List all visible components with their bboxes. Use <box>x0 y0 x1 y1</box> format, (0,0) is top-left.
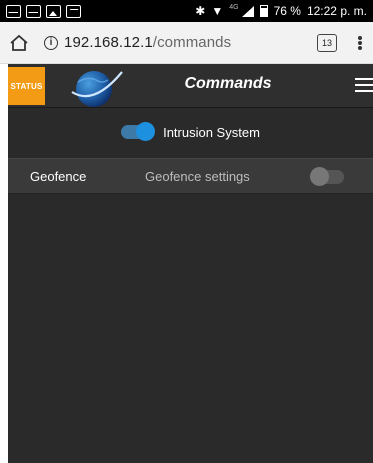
menu-dot <box>358 45 362 50</box>
geofence-row: Geofence Geofence settings <box>8 158 373 194</box>
clock: 12:22 p. m. <box>306 4 367 18</box>
signal-icon <box>241 5 254 17</box>
geofence-settings-label: Geofence settings <box>145 168 250 184</box>
menu-line <box>355 84 373 86</box>
tab-switcher-button[interactable]: 13 <box>317 33 337 52</box>
home-icon <box>10 34 28 51</box>
notification-icons <box>6 4 373 463</box>
globe-logo <box>71 71 123 107</box>
menu-dot <box>358 40 362 45</box>
toggle-knob <box>310 167 329 186</box>
wifi-icon: ▼ <box>211 4 224 18</box>
system-indicators: ✱ ▼ 4G 76 % 12:22 p. m. <box>195 3 367 18</box>
intrusion-system-row: Intrusion System <box>8 116 373 148</box>
page-title: Commands <box>184 75 272 92</box>
status-button[interactable]: STATUS <box>8 67 45 105</box>
intrusion-system-label: Intrusion System <box>163 124 260 140</box>
menu-dot <box>358 35 362 40</box>
menu-line <box>355 90 373 92</box>
hamburger-menu-button[interactable] <box>355 78 373 92</box>
pulse-icon <box>66 4 81 18</box>
app-header: STATUS Commands <box>8 64 373 108</box>
address-bar[interactable]: i 192.168.12.1/commands <box>44 34 309 51</box>
url-host: 192.168.12.1 <box>64 34 153 51</box>
network-type-label: 4G <box>229 3 239 11</box>
geofence-toggle[interactable] <box>310 167 344 186</box>
home-button[interactable] <box>8 32 30 54</box>
mail-icon <box>26 4 41 18</box>
mail-icon <box>6 4 21 18</box>
menu-line <box>355 78 373 80</box>
system-status-bar: ✱ ▼ 4G 76 % 12:22 p. m. <box>0 0 373 463</box>
bluetooth-icon: ✱ <box>195 4 206 18</box>
battery-icon <box>259 5 268 17</box>
intrusion-system-toggle[interactable] <box>121 122 156 141</box>
url-path: /commands <box>152 34 232 51</box>
info-icon[interactable]: i <box>44 35 58 50</box>
app-content: STATUS Commands Intrusion System Geofenc… <box>8 64 373 463</box>
geofence-label: Geofence <box>30 168 87 184</box>
browser-menu-button[interactable] <box>355 33 365 53</box>
browser-toolbar: i 192.168.12.1/commands 13 <box>0 22 373 64</box>
battery-percent: 76 % <box>273 4 301 18</box>
image-icon <box>46 4 61 18</box>
url-text: 192.168.12.1/commands <box>64 34 231 51</box>
toggle-knob <box>136 122 156 141</box>
